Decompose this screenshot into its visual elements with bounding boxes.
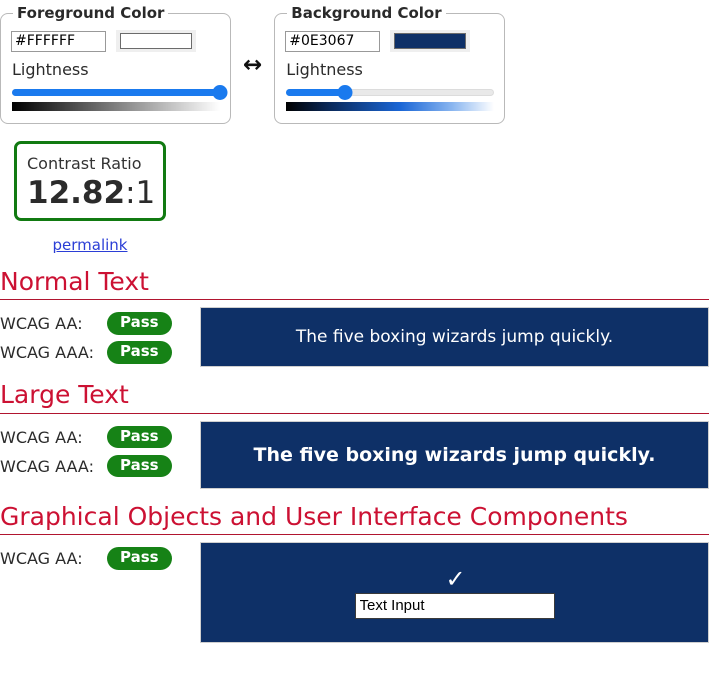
background-gradient-bar [286, 102, 495, 111]
normal-text-sample: The five boxing wizards jump quickly. [295, 327, 614, 348]
background-legend: Background Color [291, 4, 442, 22]
large-text-sample-panel: The five boxing wizards jump quickly. [200, 420, 709, 489]
checkmark-icon: ✓ [445, 564, 466, 593]
demo-text-input[interactable] [354, 592, 555, 619]
background-hex-input[interactable] [285, 30, 381, 52]
graphical-objects-sample-panel: ✓ [200, 542, 709, 644]
normal-text-rule [0, 299, 709, 301]
check-label: WCAG AA: [0, 314, 83, 334]
large-text-heading: Large Text [0, 380, 129, 410]
large-text-sample: The five boxing wizards jump quickly. [253, 443, 656, 466]
check-row: WCAG AA: Pass [0, 309, 200, 338]
large-text-body: WCAG AA: Pass WCAG AAA: Pass The five bo… [0, 420, 709, 489]
contrast-ratio-value: 12.82:1 [27, 177, 155, 210]
check-row: WCAG AA: Pass [0, 544, 200, 573]
check-label: WCAG AAA: [0, 456, 94, 476]
graphical-objects-body: WCAG AA: Pass ✓ [0, 542, 709, 644]
graphical-objects-heading: Graphical Objects and User Interface Com… [0, 501, 628, 531]
check-row: WCAG AA: Pass [0, 423, 200, 452]
permalink-wrap: permalink [14, 235, 166, 254]
large-text-checks: WCAG AA: Pass WCAG AAA: Pass [0, 421, 200, 481]
foreground-color-group: Foreground Color Lightness [0, 4, 231, 124]
contrast-ratio-suffix: :1 [125, 175, 156, 211]
normal-text-sample-panel: The five boxing wizards jump quickly. [200, 307, 709, 368]
background-color-swatch[interactable] [390, 30, 471, 52]
foreground-gradient-bar [12, 102, 220, 111]
status-badge: Pass [107, 547, 172, 570]
background-slider-fill [286, 89, 345, 96]
normal-text-checks: WCAG AA: Pass WCAG AAA: Pass [0, 307, 200, 367]
large-text-rule [0, 412, 709, 414]
normal-text-heading: Normal Text [0, 266, 149, 296]
section-normal-text: Normal Text WCAG AA: Pass WCAG AAA: Pass… [0, 268, 709, 368]
contrast-ratio-title: Contrast Ratio [27, 154, 142, 173]
foreground-hex-row [11, 30, 220, 52]
background-slider-thumb[interactable] [337, 85, 353, 100]
status-badge: Pass [107, 454, 172, 478]
background-lightness-slider[interactable] [286, 85, 495, 100]
contrast-ratio-box: Contrast Ratio 12.82:1 [14, 141, 166, 221]
foreground-slider-thumb[interactable] [212, 85, 228, 100]
graphical-objects-checks: WCAG AA: Pass [0, 542, 200, 573]
section-graphical-objects: Graphical Objects and User Interface Com… [0, 503, 709, 644]
foreground-slider-fill [12, 89, 220, 96]
status-badge: Pass [107, 312, 172, 335]
graphical-objects-rule [0, 534, 709, 536]
check-label: WCAG AA: [0, 427, 83, 447]
swap-colors-icon[interactable]: ↔ [243, 4, 262, 77]
contrast-ratio-area: Contrast Ratio 12.82:1 permalink [0, 141, 170, 254]
contrast-ratio-number: 12.82 [27, 175, 126, 211]
permalink-link[interactable]: permalink [53, 236, 128, 254]
foreground-legend: Foreground Color [17, 4, 165, 22]
status-badge: Pass [107, 341, 172, 364]
foreground-color-swatch[interactable] [116, 30, 196, 52]
foreground-hex-input[interactable] [11, 30, 106, 52]
foreground-lightness-slider[interactable] [12, 85, 228, 100]
status-badge: Pass [107, 425, 172, 449]
check-row: WCAG AAA: Pass [0, 338, 200, 367]
check-row: WCAG AAA: Pass [0, 452, 200, 481]
section-large-text: Large Text WCAG AA: Pass WCAG AAA: Pass … [0, 381, 709, 489]
normal-text-body: WCAG AA: Pass WCAG AAA: Pass The five bo… [0, 307, 709, 368]
background-hex-row [285, 30, 494, 52]
check-label: WCAG AAA: [0, 343, 94, 363]
check-label: WCAG AA: [0, 549, 83, 569]
foreground-lightness-label: Lightness [12, 60, 89, 79]
background-color-group: Background Color Lightness [274, 4, 506, 124]
color-pickers-row: Foreground Color Lightness ↔ Background … [0, 0, 709, 124]
background-swatch-fill [394, 33, 467, 49]
foreground-swatch-fill [120, 33, 192, 49]
background-lightness-label: Lightness [286, 60, 363, 79]
